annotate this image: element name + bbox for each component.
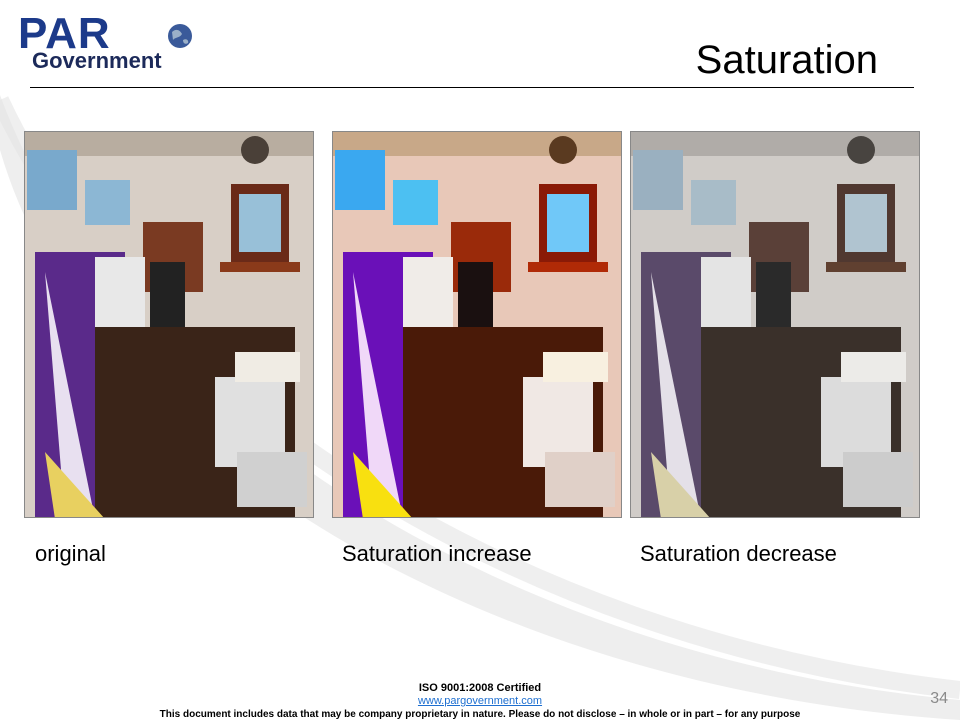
caption-saturation-increase: Saturation increase bbox=[342, 541, 532, 566]
globe-icon bbox=[168, 24, 192, 48]
caption-original: original bbox=[35, 541, 106, 566]
logo-government-text: Government bbox=[32, 48, 162, 73]
photo-original-image bbox=[25, 132, 313, 517]
photo-original bbox=[24, 131, 314, 518]
photo-saturation-increase bbox=[332, 131, 622, 518]
slide-title: Saturation bbox=[695, 38, 878, 82]
footer-website-link[interactable]: www.pargovernment.com bbox=[0, 695, 960, 707]
page-number: 34 bbox=[930, 690, 948, 707]
caption-saturation-decrease: Saturation decrease bbox=[640, 541, 837, 566]
footer-certification: ISO 9001:2008 Certified bbox=[418, 682, 542, 694]
photo-saturation-increase-image bbox=[333, 132, 621, 517]
title-rule bbox=[30, 87, 914, 88]
photo-saturation-decrease-image bbox=[631, 132, 919, 517]
footer-notice: This document includes data that may be … bbox=[159, 709, 801, 720]
photo-saturation-decrease bbox=[630, 131, 920, 518]
company-logo: PAR Government bbox=[18, 12, 198, 74]
